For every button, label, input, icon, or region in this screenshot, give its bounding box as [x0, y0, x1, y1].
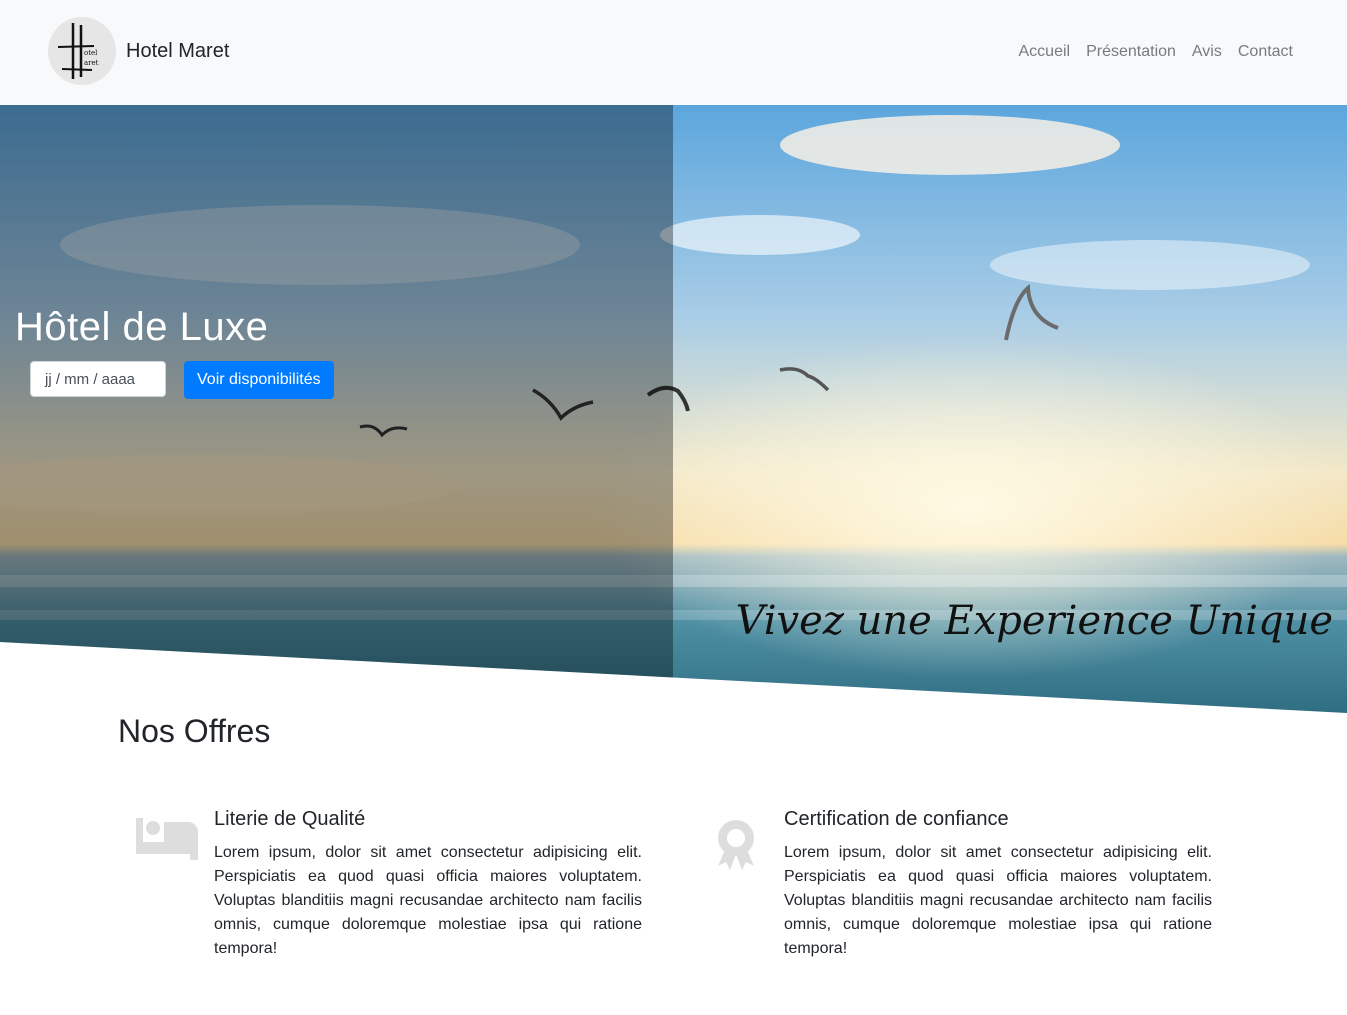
offer-text: Lorem ipsum, dolor sit amet consectetur … — [784, 844, 1212, 957]
bed-icon — [136, 818, 200, 868]
hero-section: Hôtel de Luxe jj / mm / aaaa Voir dispon… — [0, 105, 1347, 715]
nav-link-avis[interactable]: Avis — [1192, 43, 1222, 61]
offer-card: Literie de Qualité Lorem ipsum, dolor si… — [136, 808, 656, 978]
hero-tagline: Vivez une Experience Unique — [735, 598, 1333, 644]
svg-text:otel: otel — [84, 49, 98, 57]
offer-title: Certification de confiance — [784, 808, 1009, 830]
hero-title: Hôtel de Luxe — [15, 305, 269, 349]
award-icon — [706, 818, 770, 870]
nav-link-presentation[interactable]: Présentation — [1086, 43, 1176, 61]
offer-card: Certification de confiance Lorem ipsum, … — [706, 808, 1226, 978]
brand-link[interactable]: Hotel Maret — [126, 40, 229, 63]
nav-link-contact[interactable]: Contact — [1238, 43, 1293, 61]
nav-menu: Accueil Présentation Avis Contact — [1019, 43, 1294, 61]
offer-title: Literie de Qualité — [214, 808, 366, 830]
navbar: otel aret Hotel Maret Accueil Présentati… — [0, 0, 1347, 105]
nav-link-accueil[interactable]: Accueil — [1019, 43, 1071, 61]
svg-text:aret: aret — [84, 59, 99, 67]
hotel-maret-logo[interactable]: otel aret — [48, 17, 116, 85]
check-availability-button[interactable]: Voir disponibilités — [184, 361, 334, 399]
offers-title: Nos Offres — [118, 713, 271, 749]
offer-text: Lorem ipsum, dolor sit amet consectetur … — [214, 844, 642, 957]
date-input[interactable]: jj / mm / aaaa — [30, 361, 166, 397]
